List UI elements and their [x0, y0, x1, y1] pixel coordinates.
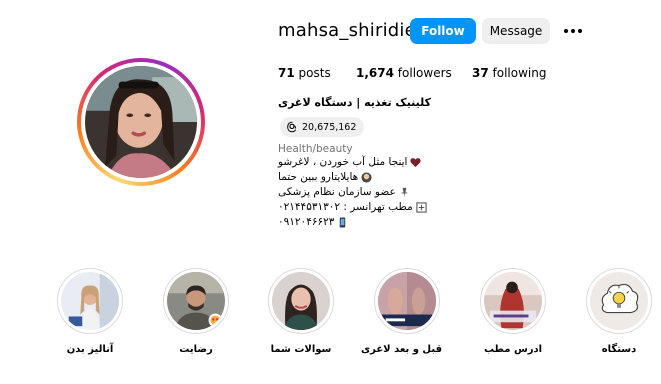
highlight-image	[167, 272, 225, 330]
highlight-satisfaction[interactable]: رضایت	[161, 268, 231, 355]
highlight-device[interactable]: دستگاه	[584, 268, 654, 355]
bio-line: عضو سازمان نظام پزشکی	[278, 185, 427, 200]
bio-text: ۰۹۱۲۰۴۶۶۲۳	[278, 216, 335, 228]
username: mahsa_shiridiet	[278, 20, 424, 41]
highlight-cover	[61, 272, 119, 330]
highlight-cover-ring	[374, 268, 440, 334]
highlight-cover-ring	[268, 268, 334, 334]
highlight-label: ادرس مطب	[483, 344, 543, 355]
hospital-icon	[416, 202, 427, 213]
followers-count: 1,674	[356, 66, 394, 80]
highlight-cover	[167, 272, 225, 330]
bio-text: مطب تهرانسر : ۰۲۱۴۴۵۳۱۳۰۲	[278, 201, 413, 213]
posts-label: posts	[298, 66, 331, 80]
highlight-label: سوالات شما	[270, 344, 332, 355]
profile-avatar[interactable]	[77, 58, 205, 186]
more-options-icon[interactable]	[564, 27, 584, 35]
bio-text: هایلایتارو ببین حتما	[278, 171, 359, 183]
follow-button[interactable]: Follow	[410, 18, 476, 44]
following-count: 37	[472, 66, 489, 80]
phone-icon	[340, 217, 346, 228]
following-stat[interactable]: 37 following	[472, 66, 546, 80]
pin-icon	[401, 187, 407, 198]
highlight-image	[378, 272, 436, 330]
highlight-body-analysis[interactable]: آنالیز بدن	[55, 268, 125, 355]
bio-text: عضو سازمان نظام پزشکی	[278, 186, 396, 198]
heart-icon	[410, 158, 422, 168]
posts-stat: 71 posts	[278, 66, 331, 80]
bio-line: هایلایتارو ببین حتما	[278, 170, 427, 185]
bio-line: ۰۹۱۲۰۴۶۶۲۳	[278, 215, 427, 230]
followers-label: followers	[397, 66, 452, 80]
highlight-before-after[interactable]: قبل و بعد لاغری	[360, 268, 442, 355]
highlight-cover	[484, 272, 542, 330]
avatar-illustration	[85, 66, 197, 178]
highlight-cover	[378, 272, 436, 330]
full-name: کلینیک تغذیه | دستگاه لاغری	[278, 96, 432, 109]
highlight-cover-ring	[586, 268, 652, 334]
highlight-cover	[590, 272, 648, 330]
highlight-image	[61, 272, 119, 330]
threads-badge[interactable]: 20,675,162	[280, 117, 365, 137]
threads-icon	[287, 121, 296, 133]
followers-stat[interactable]: 1,674 followers	[356, 66, 452, 80]
highlight-your-questions[interactable]: سوالات شما	[266, 268, 336, 355]
threads-count: 20,675,162	[302, 121, 357, 133]
message-button[interactable]: Message	[482, 18, 550, 44]
highlight-cover-ring	[480, 268, 546, 334]
category-label: Health/beauty	[278, 143, 353, 155]
highlight-label: قبل و بعد لاغری	[360, 344, 442, 355]
highlight-cover-ring	[163, 268, 229, 334]
highlight-office-address[interactable]: ادرس مطب	[478, 268, 548, 355]
bio-text: اینجا مثل آب خوردن ، لاغرشو	[278, 156, 408, 168]
highlight-image	[272, 272, 330, 330]
bio-line: اینجا مثل آب خوردن ، لاغرشو	[278, 155, 427, 170]
highlight-label: رضایت	[179, 344, 213, 355]
avatar-photo	[85, 66, 197, 178]
avatar-gap	[81, 62, 201, 182]
highlight-cover	[272, 272, 330, 330]
bio-line: مطب تهرانسر : ۰۲۱۴۴۵۳۱۳۰۲	[278, 200, 427, 215]
posts-count: 71	[278, 66, 295, 80]
bio: اینجا مثل آب خوردن ، لاغرشو هایلایتارو ب…	[278, 155, 427, 230]
lightbulb-icon	[590, 272, 648, 330]
highlight-image	[484, 272, 542, 330]
highlight-cover-ring	[57, 268, 123, 334]
following-label: following	[492, 66, 547, 80]
highlight-label: آنالیز بدن	[66, 344, 114, 355]
highlight-label: دستگاه	[601, 344, 637, 355]
woman-icon	[361, 172, 372, 183]
